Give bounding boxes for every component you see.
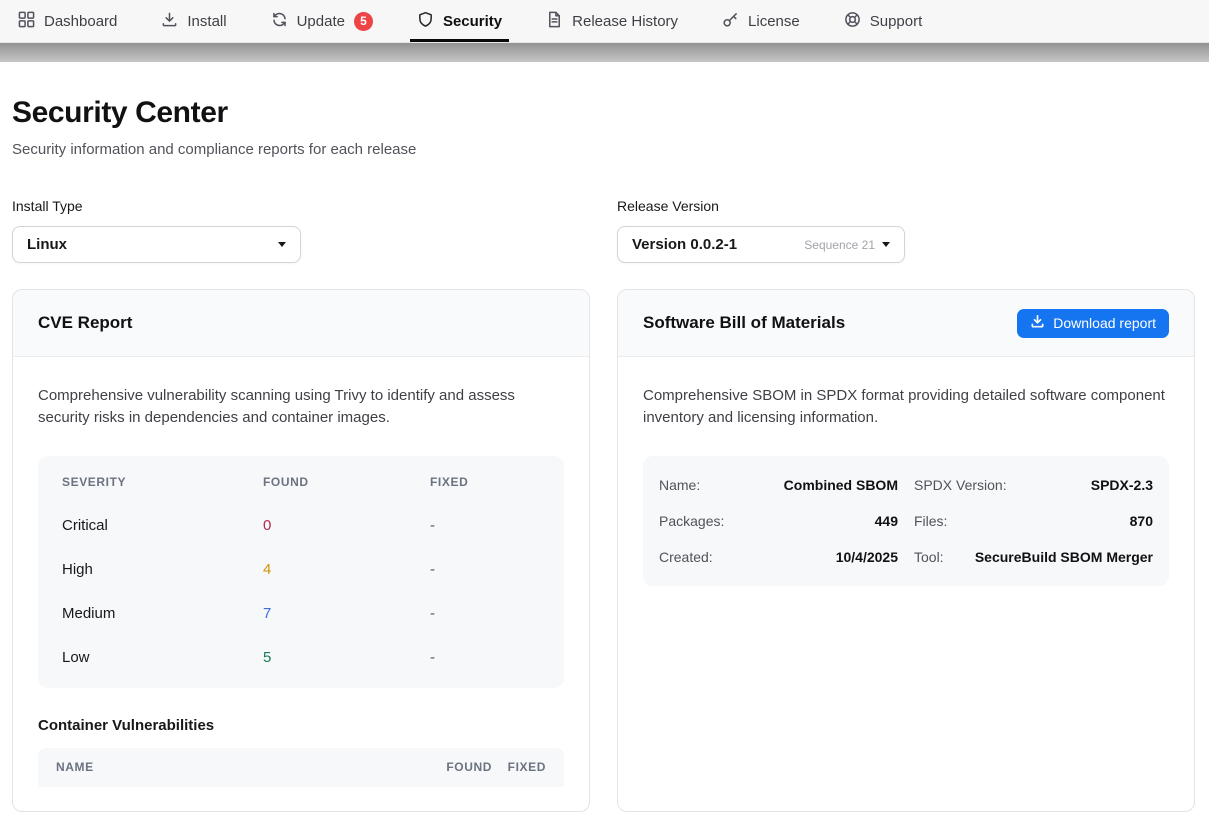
page-subtitle: Security information and compliance repo… [12,141,1195,158]
container-vulnerabilities-title: Container Vulnerabilities [38,717,564,734]
nav-item-support[interactable]: Support [844,0,923,42]
col-fixed: FIXED [492,760,546,774]
install-type-label: Install Type [12,198,590,214]
nav-label: Update [297,13,345,30]
cve-card-header: CVE Report [13,290,589,357]
sbom-spdx-version-value: SPDX-2.3 [1091,477,1153,493]
table-row: Name: Combined SBOM SPDX Version: SPDX-2… [659,467,1153,503]
sbom-card: Software Bill of Materials Download repo… [617,289,1195,812]
col-fixed: FIXED [430,475,540,489]
table-row: Critical 0 - [38,504,564,548]
nav-label: Security [443,13,502,30]
nav-item-install[interactable]: Install [161,0,226,42]
severity-table-header: SEVERITY FOUND FIXED [38,460,564,504]
cve-report-card: CVE Report Comprehensive vulnerability s… [12,289,590,812]
release-version-value: Version 0.0.2-1 [632,236,737,253]
release-sequence-label: Sequence 21 [804,238,875,252]
sbom-info-table: Name: Combined SBOM SPDX Version: SPDX-2… [643,456,1169,586]
nav-item-security[interactable]: Security [417,0,502,42]
sbom-created-value: 10/4/2025 [836,549,898,565]
severity-label: Low [62,649,263,666]
dashboard-grid-icon [18,11,35,32]
fixed-count: - [430,517,540,534]
install-type-filter: Install Type Linux [12,198,590,263]
security-center-page: Security Center Security information and… [0,96,1209,836]
nav-item-license[interactable]: License [722,0,800,42]
container-vulnerabilities-table-header: NAME FOUND FIXED [38,748,564,787]
sbom-tool-label: Tool: [914,549,944,565]
fixed-count: - [430,605,540,622]
sbom-tool-value: SecureBuild SBOM Merger [975,549,1153,565]
sbom-spdx-version-label: SPDX Version: [914,477,1007,493]
install-type-value: Linux [27,236,67,253]
install-type-select[interactable]: Linux [12,226,301,263]
report-cards: CVE Report Comprehensive vulnerability s… [12,289,1195,812]
nav-label: License [748,13,800,30]
nav-item-release-history[interactable]: Release History [546,0,678,42]
download-icon [161,11,178,32]
severity-label: Medium [62,605,263,622]
severity-label: Critical [62,517,263,534]
table-row: Low 5 - [38,636,564,680]
shield-icon [417,11,434,32]
col-found: FOUND [420,760,492,774]
cve-description: Comprehensive vulnerability scanning usi… [38,385,564,429]
table-row: Medium 7 - [38,592,564,636]
chevron-down-icon [278,242,286,247]
table-row: Packages: 449 Files: 870 [659,503,1153,539]
nav-label: Dashboard [44,13,117,30]
life-buoy-icon [844,11,861,32]
found-count: 4 [263,561,430,578]
found-count: 0 [263,517,430,534]
chevron-down-icon [882,242,890,247]
document-icon [546,11,563,32]
header-shadow-bar [0,43,1209,62]
table-row: Created: 10/4/2025 Tool: SecureBuild SBO… [659,539,1153,575]
sbom-packages-label: Packages: [659,513,724,529]
cve-card-body: Comprehensive vulnerability scanning usi… [13,357,589,811]
col-name: NAME [56,760,420,774]
severity-table: SEVERITY FOUND FIXED Critical 0 - High 4… [38,456,564,688]
col-severity: SEVERITY [62,475,263,489]
release-version-select[interactable]: Version 0.0.2-1 Sequence 21 [617,226,905,263]
release-version-filter: Release Version Version 0.0.2-1 Sequence… [617,198,1195,263]
page-title: Security Center [12,96,1195,130]
severity-label: High [62,561,263,578]
col-found: FOUND [263,475,430,489]
fixed-count: - [430,649,540,666]
release-version-label: Release Version [617,198,1195,214]
sbom-name-label: Name: [659,477,700,493]
sbom-description: Comprehensive SBOM in SPDX format provid… [643,385,1169,429]
sbom-created-label: Created: [659,549,713,565]
sbom-packages-value: 449 [875,513,898,529]
refresh-icon [271,11,288,32]
nav-label: Release History [572,13,678,30]
sbom-files-label: Files: [914,513,947,529]
download-report-label: Download report [1053,315,1156,331]
nav-item-update[interactable]: Update 5 [271,0,373,42]
download-report-button[interactable]: Download report [1017,309,1169,338]
sbom-card-body: Comprehensive SBOM in SPDX format provid… [618,357,1194,610]
download-icon [1030,314,1045,332]
key-icon [722,11,739,32]
table-row: High 4 - [38,548,564,592]
found-count: 7 [263,605,430,622]
nav-label: Install [187,13,226,30]
top-navigation: Dashboard Install Update 5 Security Rele… [0,0,1209,43]
fixed-count: - [430,561,540,578]
nav-label: Support [870,13,923,30]
nav-item-dashboard[interactable]: Dashboard [18,0,117,42]
sbom-card-header: Software Bill of Materials Download repo… [618,290,1194,357]
sbom-card-title: Software Bill of Materials [643,313,845,333]
cve-card-title: CVE Report [38,313,132,333]
found-count: 5 [263,649,430,666]
filters-row: Install Type Linux Release Version Versi… [12,198,1195,263]
sbom-name-value: Combined SBOM [784,477,898,493]
update-count-badge: 5 [354,12,373,31]
sbom-files-value: 870 [1130,513,1153,529]
